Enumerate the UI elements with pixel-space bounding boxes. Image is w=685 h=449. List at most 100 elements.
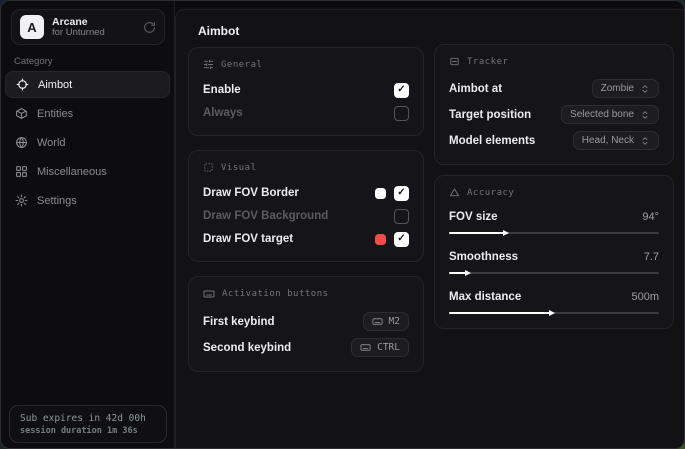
slider-fill [449,232,504,234]
first-keybind-button[interactable]: M2 [363,312,409,331]
tracker-card: Tracker Aimbot at Zombie Target position… [434,44,674,165]
slider-fill [449,272,466,274]
general-card: General Enable ✓ Always ✓ [188,47,424,136]
keybind-value: M2 [389,316,400,327]
keyboard-icon [203,288,215,300]
setting-row-fov-border: Draw FOV Border ✓ [203,182,409,204]
gear-icon [15,194,28,207]
card-title: General [221,60,262,70]
sidebar-item-aimbot[interactable]: Aimbot [5,71,170,98]
app-subtitle: for Unturned [52,28,135,39]
triangle-icon [449,187,460,198]
slider-thumb[interactable] [503,230,509,236]
box-select-icon [203,162,214,173]
accuracy-card: Accuracy FOV size 94° Smoothne [434,175,674,329]
slider-thumb[interactable] [549,310,555,316]
slider-value: 7.7 [644,251,659,263]
app-name: Arcane [52,16,135,28]
sidebar: A Arcane for Unturned Category Aimbot [1,1,175,448]
page-title: Aimbot [198,24,239,38]
setting-label: Smoothness [449,251,518,263]
refresh-icon[interactable] [143,21,156,34]
setting-label: Always [203,107,243,119]
check-icon: ✓ [397,188,405,198]
slider-value: 500m [631,291,659,303]
smoothness-slider[interactable] [449,272,659,274]
setting-row-fov-background: Draw FOV Background ✓ [203,205,409,227]
target-position-select[interactable]: Selected bone [561,105,659,124]
setting-label: FOV size [449,211,498,223]
setting-label: Model elements [449,135,535,147]
chevrons-up-down-icon [640,136,650,146]
setting-label: Draw FOV Border [203,187,299,199]
color-swatch[interactable] [375,234,386,245]
app-logo: A [20,15,44,39]
scan-icon [449,56,460,67]
setting-row-enable: Enable ✓ [203,79,409,101]
setting-label: Draw FOV Background [203,210,328,222]
setting-label: Target position [449,109,531,121]
sidebar-item-world[interactable]: World [5,129,170,156]
max-distance-slider[interactable] [449,312,659,314]
activation-card: Activation buttons First keybind M2 Seco… [188,276,424,372]
select-value: Head, Neck [582,135,634,146]
brand-text: Arcane for Unturned [52,16,135,39]
session-duration-text: session duration 1m 36s [20,426,156,436]
slider-thumb[interactable] [465,270,471,276]
setting-label: Second keybind [203,342,291,354]
fov-target-checkbox[interactable]: ✓ [394,232,409,247]
sidebar-nav: Aimbot Entities World Miscellaneous [5,71,170,216]
sidebar-item-label: Aimbot [38,79,72,91]
setting-row-aimbot-at: Aimbot at Zombie [449,76,659,101]
setting-label: Max distance [449,291,521,303]
sidebar-item-label: World [37,137,66,149]
chevrons-up-down-icon [640,110,650,120]
setting-row-always: Always ✓ [203,102,409,124]
fov-background-checkbox[interactable]: ✓ [394,209,409,224]
left-column: General Enable ✓ Always ✓ [188,47,424,372]
fov-border-checkbox[interactable]: ✓ [394,186,409,201]
category-label: Category [14,56,53,67]
tracker-card-header: Tracker [449,56,659,67]
sliders-icon [203,59,214,70]
check-icon: ✓ [397,234,405,244]
max-distance-group: Max distance 500m [449,287,659,314]
always-checkbox[interactable]: ✓ [394,106,409,121]
setting-label: Draw FOV target [203,233,293,245]
sidebar-item-settings[interactable]: Settings [5,187,170,214]
setting-row-model-elements: Model elements Head, Neck [449,128,659,153]
visual-card-header: Visual [203,162,409,173]
globe-icon [15,136,28,149]
keyboard-icon [372,316,383,327]
right-column: Tracker Aimbot at Zombie Target position… [434,44,674,329]
general-card-header: General [203,59,409,70]
setting-label: Enable [203,84,241,96]
sidebar-item-label: Miscellaneous [37,166,107,178]
card-title: Tracker [467,57,508,67]
model-elements-select[interactable]: Head, Neck [573,131,659,150]
slider-value: 94° [642,211,659,223]
select-value: Selected bone [570,109,634,120]
fov-size-slider[interactable] [449,232,659,234]
sidebar-item-miscellaneous[interactable]: Miscellaneous [5,158,170,185]
accuracy-card-header: Accuracy [449,187,659,198]
keyboard-icon [360,342,371,353]
crosshair-icon [16,78,29,91]
aimbot-at-select[interactable]: Zombie [592,79,659,98]
subscription-footer: Sub expires in 42d 00h session duration … [9,405,167,443]
enable-checkbox[interactable]: ✓ [394,83,409,98]
setting-label: Aimbot at [449,83,502,95]
color-swatch[interactable] [375,188,386,199]
visual-card: Visual Draw FOV Border ✓ Draw FOV Backgr… [188,150,424,262]
brand-card: A Arcane for Unturned [11,9,165,45]
grid-icon [15,165,28,178]
select-value: Zombie [601,83,634,94]
sidebar-item-entities[interactable]: Entities [5,100,170,127]
setting-row-target-position: Target position Selected bone [449,102,659,127]
setting-row-second-keybind: Second keybind CTRL [203,335,409,360]
setting-row-fov-target: Draw FOV target ✓ [203,228,409,250]
card-title: Activation buttons [222,289,329,299]
smoothness-group: Smoothness 7.7 [449,247,659,274]
second-keybind-button[interactable]: CTRL [351,338,409,357]
check-icon: ✓ [397,85,405,95]
